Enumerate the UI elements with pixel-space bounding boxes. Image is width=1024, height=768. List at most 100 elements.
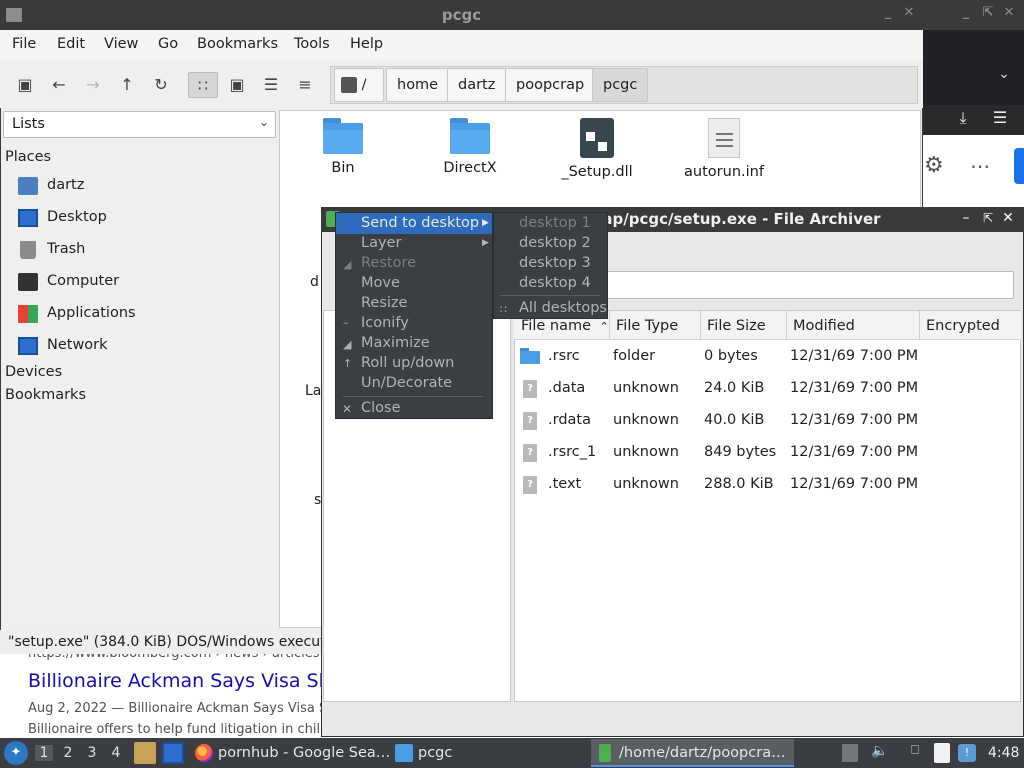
- forward-icon[interactable]: →: [80, 72, 106, 98]
- file-manager-launcher-icon[interactable]: [134, 742, 156, 764]
- desktop-switch-3[interactable]: 3: [83, 745, 101, 761]
- submenu-item-desktop-2[interactable]: desktop 2: [519, 235, 591, 251]
- places-heading[interactable]: Places: [5, 149, 51, 165]
- minimize-icon[interactable]: –: [958, 208, 974, 228]
- menu-item-undecorate[interactable]: Un/Decorate: [361, 375, 452, 391]
- bookmarks-heading[interactable]: Bookmarks: [5, 387, 86, 403]
- path-crumb-home[interactable]: home: [386, 68, 450, 102]
- table-row[interactable]: ? .data unknown 24.0 KiB 12/31/69 7:00 P…: [515, 374, 1020, 404]
- sidebar-item-dartz[interactable]: dartz: [18, 174, 268, 200]
- menu-item-maximize[interactable]: Maximize: [361, 335, 430, 351]
- file-item-bin[interactable]: Bin: [283, 118, 403, 176]
- file-item-directx[interactable]: DirectX: [410, 118, 530, 176]
- search-result-title[interactable]: Billionaire Ackman Says Visa Sho: [28, 670, 342, 692]
- close-icon[interactable]: ✕: [901, 5, 917, 21]
- menu-item-resize[interactable]: Resize: [361, 295, 407, 311]
- maximize-icon[interactable]: ⇱: [980, 208, 996, 228]
- apps-grid-icon[interactable]: ⋯: [970, 154, 994, 178]
- column-header-modified[interactable]: Modified: [793, 318, 855, 334]
- column-divider[interactable]: [609, 311, 610, 340]
- new-tab-icon[interactable]: ▣: [12, 72, 38, 98]
- task-browser[interactable]: pornhub - Google Sea…: [190, 739, 398, 767]
- sidebar-item-desktop[interactable]: Desktop: [18, 206, 268, 232]
- submenu-item-desktop-1[interactable]: desktop 1: [519, 215, 591, 231]
- download-icon[interactable]: ⤓: [950, 108, 976, 132]
- path-crumb-poopcrap[interactable]: poopcrap: [505, 68, 596, 102]
- table-row[interactable]: .rsrc folder 0 bytes 12/31/69 7:00 PM: [515, 342, 1020, 372]
- menu-item-roll-up-down[interactable]: Roll up/down: [361, 355, 454, 371]
- task-file-archiver[interactable]: /home/dartz/poopcra…: [591, 739, 794, 767]
- menu-item-restore[interactable]: Restore: [361, 255, 416, 271]
- column-header-file-size[interactable]: File Size: [707, 318, 766, 334]
- menu-help[interactable]: Help: [350, 36, 383, 52]
- close-icon[interactable]: ✕: [1000, 208, 1016, 228]
- column-header-encrypted[interactable]: Encrypted: [926, 318, 1000, 334]
- start-menu-icon[interactable]: ✦: [4, 741, 28, 765]
- desktop-switch-2[interactable]: 2: [59, 745, 77, 761]
- menu-icon[interactable]: ☰: [988, 108, 1012, 132]
- minimize-icon[interactable]: _: [958, 5, 974, 21]
- path-root-button[interactable]: /: [334, 68, 384, 102]
- partial-file-label[interactable]: La: [305, 383, 321, 399]
- column-divider[interactable]: [919, 311, 920, 340]
- up-icon[interactable]: ↑: [114, 72, 140, 98]
- submenu-item-desktop-4[interactable]: desktop 4: [519, 275, 591, 291]
- window-titlebar[interactable]: pcgc _ ✕ _ ⇱ ✕: [0, 0, 1024, 30]
- compact-view-icon[interactable]: ☰: [258, 72, 284, 98]
- list-view-icon[interactable]: ≡: [292, 72, 318, 98]
- menu-item-send-to-desktop[interactable]: Send to desktop: [361, 215, 479, 231]
- maximize-icon[interactable]: ⇱: [980, 5, 996, 21]
- file-item-autorun-inf[interactable]: autorun.inf: [664, 118, 784, 180]
- reload-icon[interactable]: ↻: [148, 72, 174, 98]
- sign-in-button[interactable]: [1014, 148, 1024, 184]
- notes-tray-icon[interactable]: [934, 743, 950, 763]
- menu-view[interactable]: View: [104, 36, 138, 52]
- desktop-switch-4[interactable]: 4: [107, 745, 125, 761]
- menu-tools[interactable]: Tools: [294, 36, 330, 52]
- path-crumb-dartz[interactable]: dartz: [447, 68, 507, 102]
- archive-location-field[interactable]: [598, 271, 1014, 299]
- table-row[interactable]: ? .rdata unknown 40.0 KiB 12/31/69 7:00 …: [515, 406, 1020, 436]
- minimize-icon[interactable]: _: [880, 5, 896, 21]
- icon-view-icon[interactable]: ∷: [188, 72, 218, 98]
- table-row[interactable]: ? .rsrc_1 unknown 849 bytes 12/31/69 7:0…: [515, 438, 1020, 468]
- network-tray-icon[interactable]: ⎕: [905, 743, 925, 763]
- table-row[interactable]: ? .text unknown 288.0 KiB 12/31/69 7:00 …: [515, 470, 1020, 500]
- chevron-down-icon[interactable]: ⌄: [994, 66, 1014, 86]
- menu-item-iconify[interactable]: Iconify: [361, 315, 409, 331]
- devices-heading[interactable]: Devices: [5, 364, 62, 380]
- submenu-item-all-desktops[interactable]: All desktops: [519, 300, 607, 316]
- submenu-item-desktop-3[interactable]: desktop 3: [519, 255, 591, 271]
- desktop-switch-1[interactable]: 1: [35, 745, 53, 761]
- menu-file[interactable]: File: [12, 36, 36, 52]
- sidebar-item-trash[interactable]: Trash: [18, 238, 268, 264]
- volume-icon[interactable]: 🔈: [870, 743, 890, 763]
- back-icon[interactable]: ←: [46, 72, 72, 98]
- sidebar-item-network[interactable]: Network: [18, 334, 268, 360]
- network-icon: [18, 337, 38, 355]
- menu-item-layer[interactable]: Layer: [361, 235, 401, 251]
- column-divider[interactable]: [786, 311, 787, 340]
- sidebar-item-applications[interactable]: Applications: [18, 302, 268, 328]
- clipboard-tray-icon[interactable]: [842, 744, 858, 762]
- column-header-file-type[interactable]: File Type: [616, 318, 678, 334]
- update-tray-icon[interactable]: !: [958, 744, 976, 762]
- partial-file-label[interactable]: d: [310, 274, 319, 290]
- file-item-setup-dll[interactable]: _Setup.dll: [537, 118, 657, 180]
- task-file-manager[interactable]: pcgc: [390, 739, 460, 767]
- clock[interactable]: 4:48: [988, 745, 1019, 761]
- side-panel-mode-select[interactable]: Lists ⌄: [3, 111, 276, 138]
- sidebar-item-computer[interactable]: Computer: [18, 270, 268, 296]
- menu-edit[interactable]: Edit: [57, 36, 85, 52]
- gear-icon[interactable]: ⚙: [924, 154, 948, 178]
- menu-go[interactable]: Go: [158, 36, 178, 52]
- path-crumb-pcgc[interactable]: pcgc: [592, 68, 649, 102]
- menu-item-move[interactable]: Move: [361, 275, 400, 291]
- menu-bookmarks[interactable]: Bookmarks: [197, 36, 278, 52]
- menu-item-close[interactable]: Close: [361, 400, 401, 416]
- close-icon[interactable]: ✕: [1001, 5, 1017, 21]
- column-header-file-name[interactable]: File name ⌃: [521, 318, 609, 334]
- column-divider[interactable]: [700, 311, 701, 340]
- show-desktop-icon[interactable]: [162, 742, 184, 764]
- thumbnail-view-icon[interactable]: ▣: [224, 72, 250, 98]
